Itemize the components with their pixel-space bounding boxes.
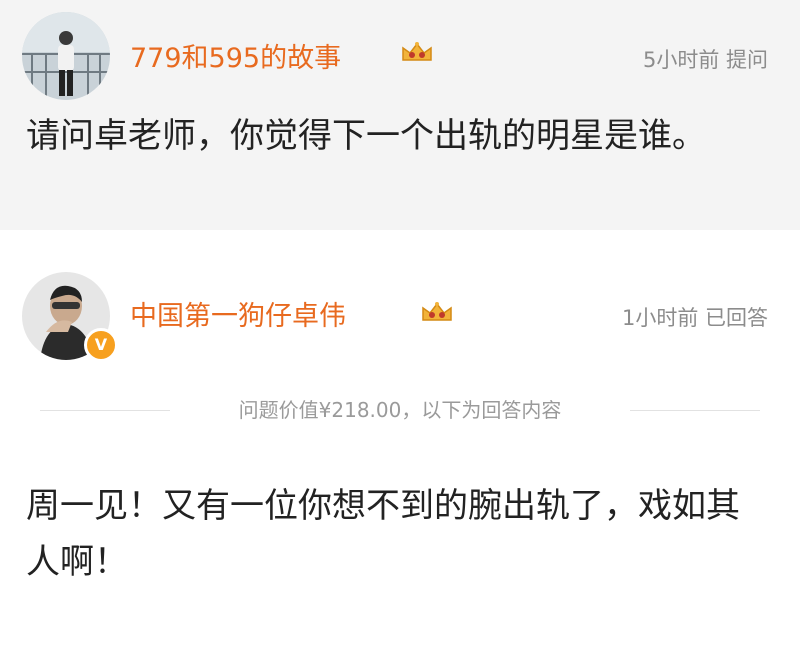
answer-meta: 1小时前 已回答 [621,306,768,330]
verified-v-icon: V [84,328,118,362]
asker-avatar-image [22,12,110,100]
crown-vip-icon [402,42,432,61]
question-card: 779和595的故事 5小时前 提问 请问卓老师，你觉得下一个出轨的明星是谁。 [0,0,800,230]
answerer-username[interactable]: 中国第一狗仔卓伟 [130,294,346,333]
divider-line-right [630,410,760,411]
asker-avatar[interactable] [22,12,110,100]
crown-vip-icon [422,302,452,321]
asker-username[interactable]: 779和595的故事 [130,36,341,75]
answer-text: 周一见！又有一位你想不到的腕出轨了，戏如其人啊！ [26,486,740,582]
answer-divider: 问题价值¥218.00，以下为回答内容 [0,395,800,425]
question-meta: 5小时前 提问 [642,48,768,72]
answer-card: V 中国第一狗仔卓伟 1小时前 已回答 问题价值¥218.00，以下为回答内容 … [0,230,800,652]
question-text: 请问卓老师，你觉得下一个出轨的明星是谁。 [26,116,706,156]
